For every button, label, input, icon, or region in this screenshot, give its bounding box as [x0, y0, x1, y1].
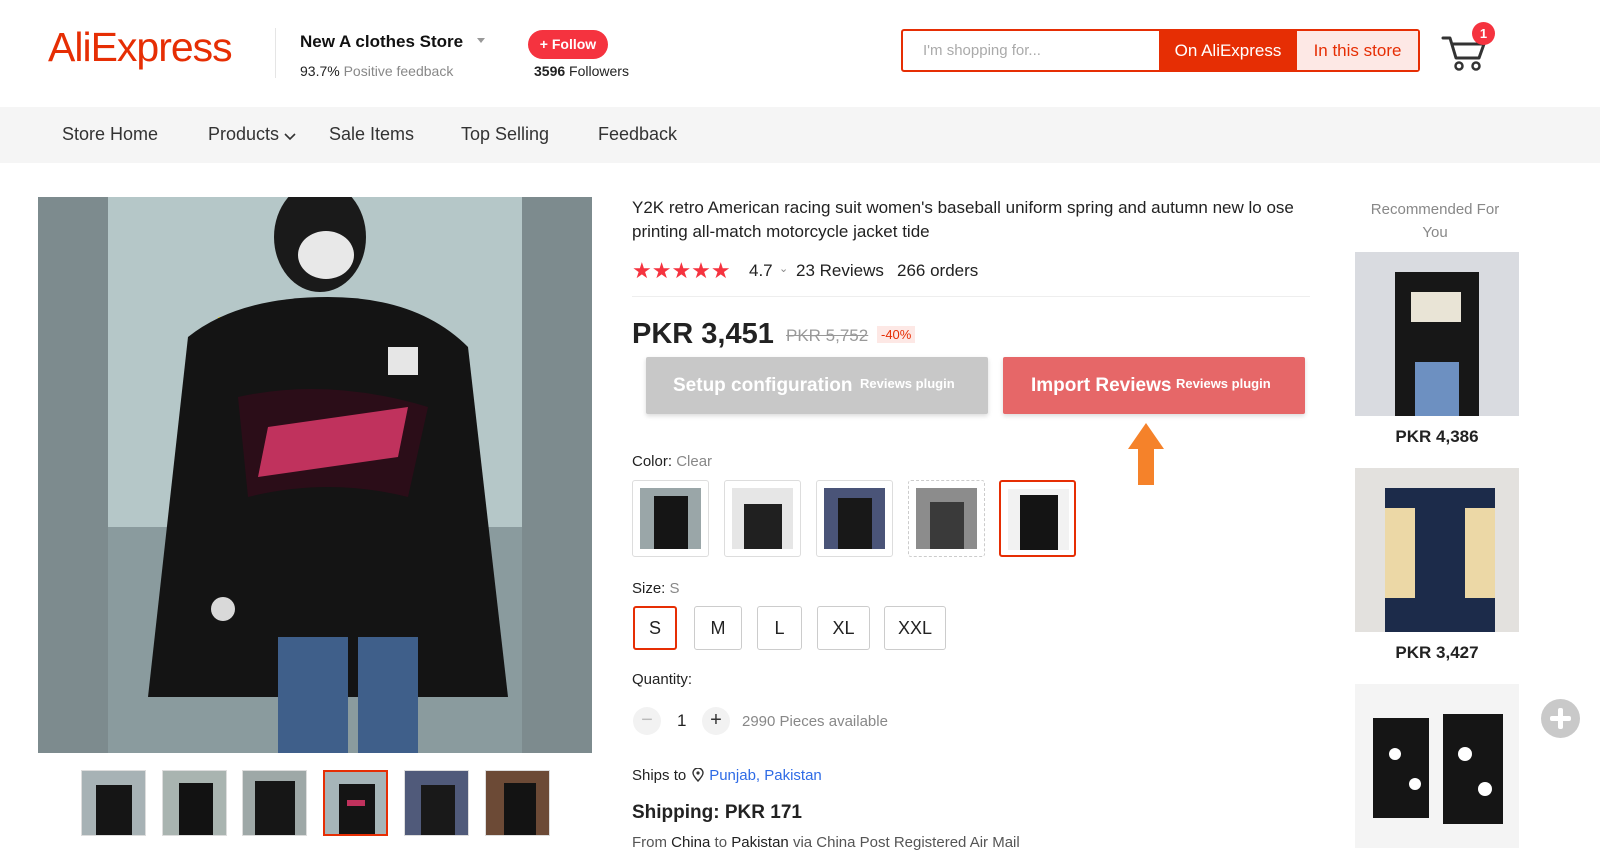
setup-configuration-button[interactable]: Setup configuration Reviews plugin: [646, 357, 988, 414]
thumbnail-5[interactable]: [404, 770, 469, 836]
discount-badge: -40%: [877, 326, 916, 343]
ships-to: Ships to Punjab, Pakistan: [632, 767, 822, 784]
follow-button[interactable]: + Follow: [528, 30, 608, 59]
current-price: PKR 3,451: [632, 318, 774, 350]
search-input[interactable]: [903, 31, 1159, 70]
color-option-2[interactable]: [724, 480, 801, 557]
store-caret-icon[interactable]: [477, 38, 485, 43]
nav-feedback[interactable]: Feedback: [598, 124, 677, 145]
quantity-label: Quantity:: [632, 671, 693, 688]
quantity-increase-button[interactable]: +: [702, 707, 730, 735]
recommended-item-1-price: PKR 4,386: [1395, 427, 1479, 446]
store-name[interactable]: New A clothes Store: [300, 32, 463, 52]
shipping-method: via China Post Registered Air Mail: [792, 834, 1020, 851]
import-reviews-label: Import Reviews: [1031, 375, 1172, 396]
header: AliExpress New A clothes Store 93.7% Pos…: [0, 0, 1600, 106]
header-divider: [275, 28, 276, 78]
size-option-m[interactable]: M: [694, 606, 742, 650]
thumbnail-1[interactable]: [81, 770, 146, 836]
search-on-aliexpress-button[interactable]: On AliExpress: [1159, 31, 1297, 70]
quantity-value[interactable]: 1: [677, 711, 686, 731]
import-reviews-button[interactable]: Import Reviews Reviews plugin: [1003, 357, 1305, 414]
main-product-image[interactable]: [38, 197, 592, 753]
cart-count-badge: 1: [1472, 22, 1495, 45]
location-pin-icon: [692, 768, 704, 782]
rating-stars-icon: ★★★★★: [632, 258, 731, 283]
nav-products-label: Products: [208, 124, 280, 144]
nav-store-home[interactable]: Store Home: [62, 124, 158, 145]
recommended-item-1-image[interactable]: [1355, 252, 1519, 416]
import-plugin-label: Reviews plugin: [1176, 376, 1271, 391]
color-option-1[interactable]: [632, 480, 709, 557]
reviews-count[interactable]: 23 Reviews: [796, 261, 884, 281]
thumbnail-6[interactable]: [485, 770, 550, 836]
feedback-percent: 93.7%: [300, 63, 340, 79]
search-box: On AliExpress In this store: [901, 29, 1420, 72]
feedback-label: Positive feedback: [343, 63, 454, 79]
size-label-text: Size:: [632, 580, 666, 597]
size-label: Size: S: [632, 580, 680, 597]
size-option-xxl[interactable]: XXL: [884, 606, 946, 650]
color-label: Color: Clear: [632, 453, 712, 470]
original-price: PKR 5,752: [786, 326, 869, 345]
thumbnail-3[interactable]: [242, 770, 307, 836]
nav-products[interactable]: Products: [208, 124, 296, 145]
to-label: to: [714, 834, 728, 851]
search-in-store-button[interactable]: In this store: [1297, 31, 1418, 70]
setup-configuration-label: Setup configuration: [673, 375, 853, 396]
color-option-5[interactable]: [999, 480, 1076, 557]
rating-caret-icon[interactable]: ⌄: [779, 262, 788, 275]
nav-top-selling[interactable]: Top Selling: [461, 124, 549, 145]
recommended-title: Recommended For You: [1370, 201, 1500, 241]
arrow-up-icon: [1128, 423, 1164, 485]
color-label-text: Color:: [632, 453, 673, 470]
ships-to-location[interactable]: Punjab, Pakistan: [709, 767, 822, 784]
color-option-3[interactable]: [816, 480, 893, 557]
shipping-route: From China to Pakistan via China Post Re…: [632, 834, 1020, 851]
store-nav: Store Home Products Sale Items Top Selli…: [0, 107, 1600, 163]
followers-count: 3596: [534, 63, 566, 79]
size-value: S: [669, 580, 680, 597]
size-option-l[interactable]: L: [757, 606, 802, 650]
product-title: Y2K retro American racing suit women's b…: [632, 198, 1294, 241]
rating-value[interactable]: 4.7: [749, 261, 773, 281]
setup-plugin-label: Reviews plugin: [860, 376, 955, 391]
followers: 3596 Followers: [534, 63, 629, 79]
followers-label: Followers: [569, 63, 629, 79]
to-country: Pakistan: [731, 834, 789, 851]
product-photo: [38, 197, 592, 753]
recommended-item-2-image[interactable]: [1355, 468, 1519, 632]
quantity-decrease-button[interactable]: −: [633, 707, 661, 735]
divider: [632, 296, 1310, 297]
ships-to-label: Ships to: [632, 767, 687, 784]
orders-count: 266 orders: [897, 261, 979, 280]
color-option-4[interactable]: [908, 480, 985, 557]
thumbnail-2[interactable]: [162, 770, 227, 836]
from-country: China: [671, 834, 711, 851]
pieces-available: 2990 Pieces available: [742, 713, 888, 730]
aliexpress-logo[interactable]: AliExpress: [48, 24, 233, 71]
shipping-cost: Shipping: PKR 171: [632, 802, 802, 823]
thumbnail-4[interactable]: [323, 770, 388, 836]
size-option-xl[interactable]: XL: [817, 606, 870, 650]
chevron-down-icon: [284, 133, 296, 141]
add-float-button[interactable]: [1541, 699, 1580, 738]
from-label: From: [632, 834, 667, 851]
store-feedback: 93.7% Positive feedback: [300, 63, 453, 79]
size-option-s[interactable]: S: [633, 606, 677, 650]
recommended-item-2-price: PKR 3,427: [1395, 643, 1479, 662]
nav-sale-items[interactable]: Sale Items: [329, 124, 414, 145]
color-value: Clear: [676, 453, 713, 470]
recommended-item-3-image[interactable]: [1355, 684, 1519, 848]
